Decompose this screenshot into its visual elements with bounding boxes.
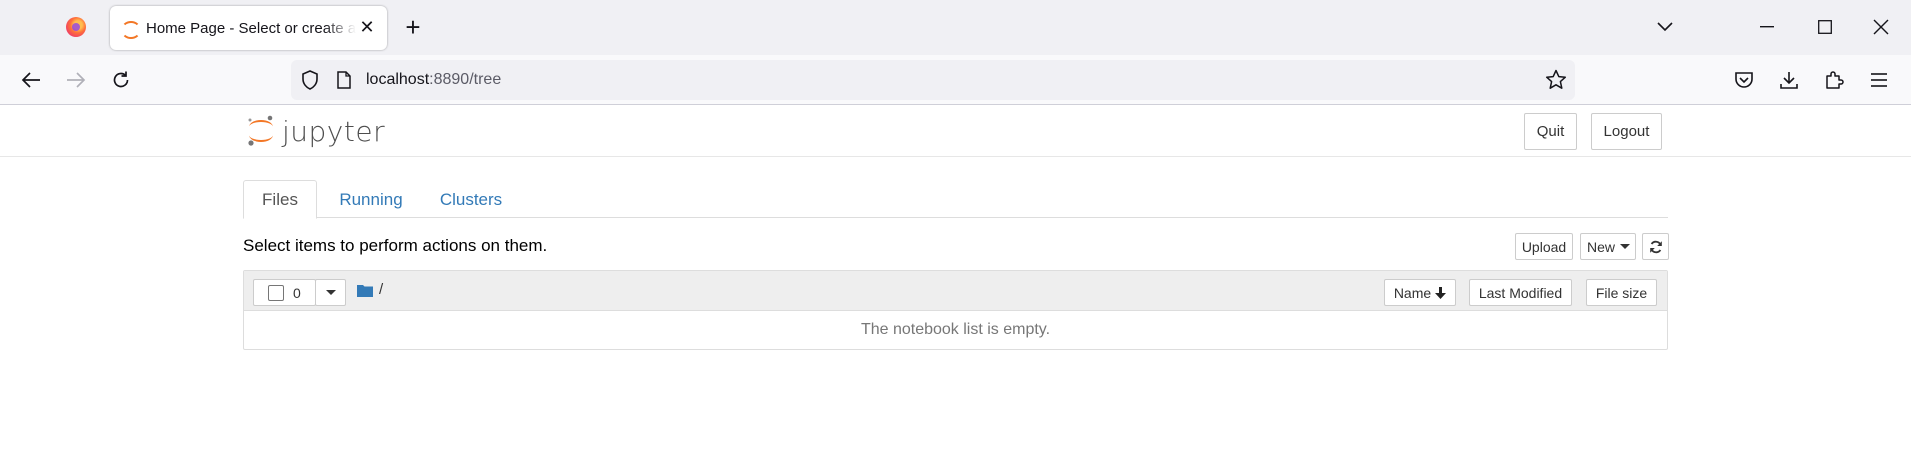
download-icon[interactable] bbox=[1775, 66, 1803, 94]
list-all-tabs-chevron-icon[interactable] bbox=[1650, 12, 1680, 42]
sort-down-arrow-icon bbox=[1435, 286, 1447, 299]
notebook-list-header: 0 / Name Last Modified File size bbox=[244, 271, 1667, 311]
selection-dropdown-button[interactable] bbox=[315, 279, 346, 306]
pocket-icon[interactable] bbox=[1730, 66, 1758, 94]
new-button-label: New bbox=[1587, 238, 1616, 255]
sort-by-last-modified-button[interactable]: Last Modified bbox=[1469, 279, 1572, 306]
select-all-button[interactable]: 0 bbox=[253, 279, 316, 306]
tab-clusters[interactable]: Clusters bbox=[423, 180, 519, 219]
refresh-list-button[interactable] bbox=[1642, 233, 1669, 260]
refresh-icon bbox=[1649, 240, 1662, 253]
logout-button[interactable]: Logout bbox=[1591, 113, 1662, 150]
sort-by-name-button[interactable]: Name bbox=[1384, 279, 1456, 306]
caret-down-icon bbox=[325, 290, 336, 295]
new-dropdown-button[interactable]: New bbox=[1580, 233, 1636, 260]
firefox-logo-icon[interactable] bbox=[66, 17, 86, 37]
breadcrumb-root[interactable]: / bbox=[379, 281, 383, 298]
empty-list-message: The notebook list is empty. bbox=[860, 321, 1051, 338]
shield-icon[interactable] bbox=[301, 70, 319, 95]
jupyter-logo-text: jupyter bbox=[282, 114, 386, 148]
quit-button[interactable]: Quit bbox=[1524, 113, 1577, 150]
sort-by-file-size-button[interactable]: File size bbox=[1586, 279, 1657, 306]
url-path: :8890/tree bbox=[429, 71, 502, 88]
close-window-icon[interactable] bbox=[1866, 12, 1896, 42]
tab-running[interactable]: Running bbox=[323, 180, 419, 219]
notebook-list-panel: 0 / Name Last Modified File size The not… bbox=[243, 270, 1668, 350]
reload-icon[interactable] bbox=[107, 66, 135, 94]
url-host: localhost bbox=[366, 71, 430, 88]
upload-button[interactable]: Upload bbox=[1515, 233, 1573, 260]
maximize-window-icon[interactable] bbox=[1810, 12, 1840, 42]
select-all-checkbox[interactable] bbox=[268, 284, 284, 301]
selection-hint: Select items to perform actions on them. bbox=[243, 236, 548, 255]
jupyter-logo-mark-icon bbox=[248, 115, 273, 146]
jupyter-header: jupyter Quit Logout bbox=[0, 105, 1911, 157]
jupyter-logo[interactable]: jupyter bbox=[246, 113, 385, 149]
browser-tab-title: Home Page - Select or create a notebook bbox=[146, 19, 356, 37]
forward-arrow-icon[interactable] bbox=[62, 66, 90, 94]
minimize-window-icon[interactable] bbox=[1752, 12, 1782, 42]
selected-count: 0 bbox=[293, 284, 301, 301]
page-icon bbox=[337, 71, 351, 94]
jupyter-favicon-icon bbox=[120, 19, 141, 39]
url-bar[interactable]: localhost:8890/tree bbox=[291, 60, 1575, 100]
caret-down-icon bbox=[1620, 244, 1631, 249]
name-column-label: Name bbox=[1393, 284, 1432, 301]
url-text[interactable]: localhost:8890/tree bbox=[366, 71, 501, 89]
extensions-icon[interactable] bbox=[1820, 66, 1848, 94]
browser-tab-strip: Home Page - Select or create a notebook … bbox=[0, 0, 1911, 55]
new-tab-plus-icon[interactable]: + bbox=[400, 13, 426, 41]
browser-tab-active[interactable]: Home Page - Select or create a notebook … bbox=[110, 6, 387, 50]
tab-files[interactable]: Files bbox=[243, 180, 317, 219]
dashboard-tabs: Files Running Clusters bbox=[243, 180, 1668, 219]
close-tab-icon[interactable]: ✕ bbox=[357, 17, 377, 37]
hamburger-menu-icon[interactable] bbox=[1865, 66, 1893, 94]
bookmark-star-icon[interactable] bbox=[1545, 69, 1567, 95]
back-arrow-icon[interactable] bbox=[17, 66, 45, 94]
folder-icon[interactable] bbox=[357, 284, 373, 302]
browser-navigation-bar: localhost:8890/tree bbox=[0, 55, 1911, 105]
